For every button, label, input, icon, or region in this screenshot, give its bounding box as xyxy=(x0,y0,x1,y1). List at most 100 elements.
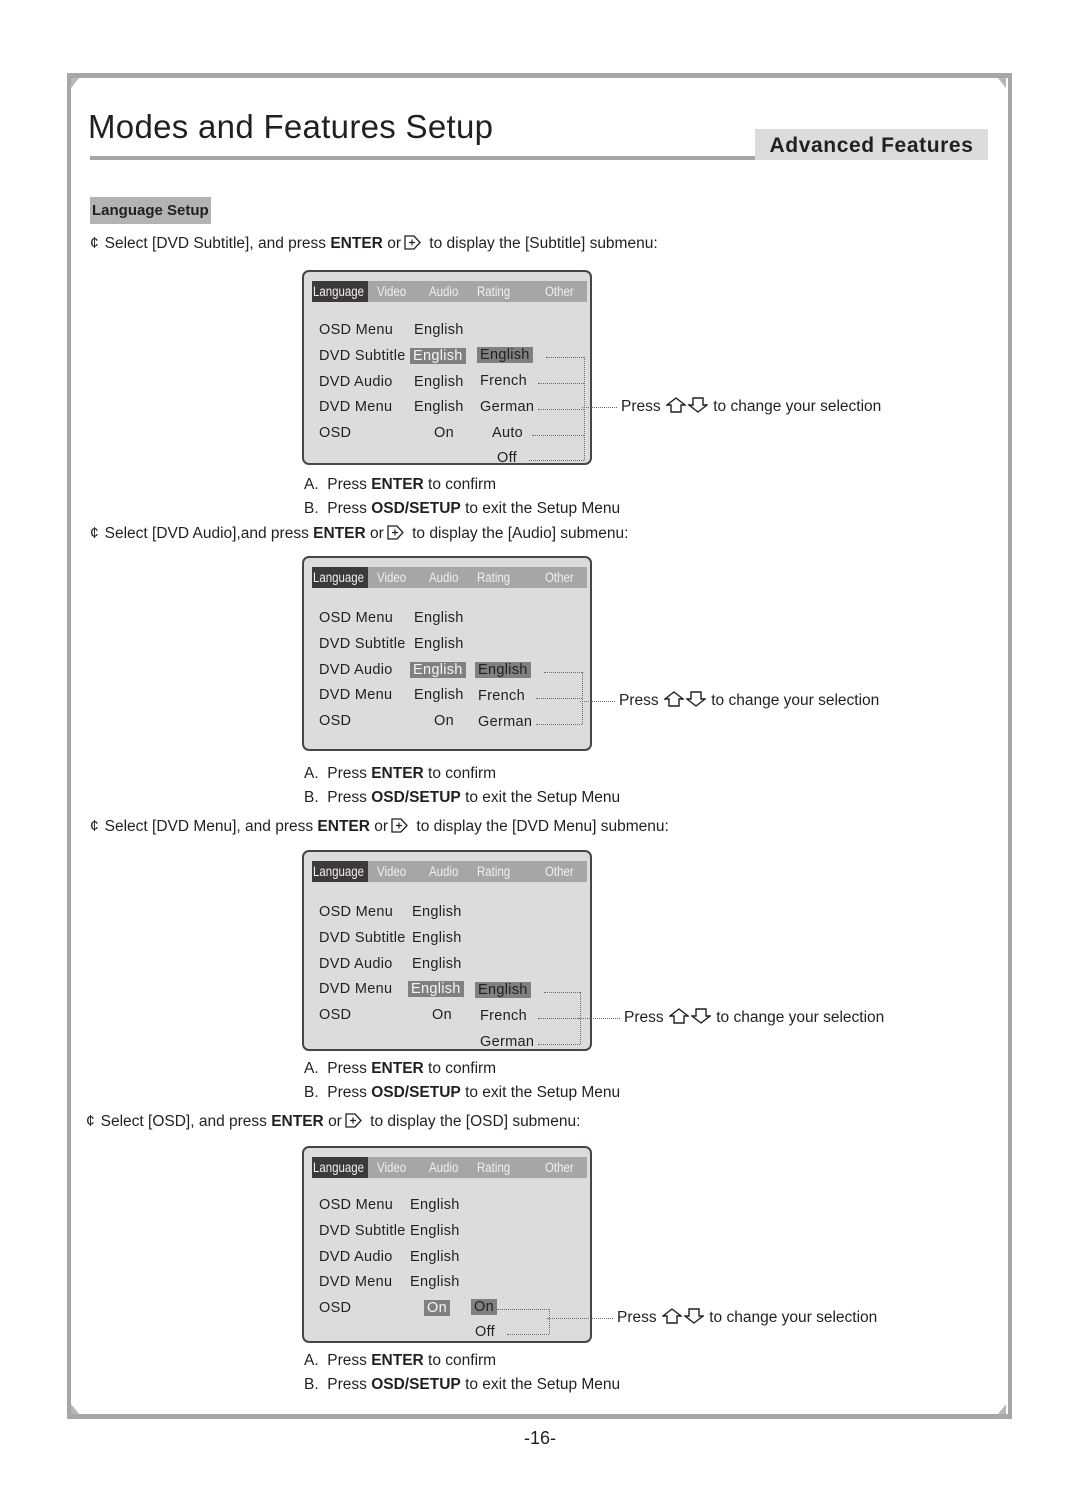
current-value[interactable]: English xyxy=(412,904,462,920)
osd-tab-language[interactable]: Language xyxy=(313,567,364,588)
submenu-option-selected[interactable]: English xyxy=(475,662,531,678)
osd-tab-language[interactable]: Language xyxy=(313,1157,364,1178)
hint-text: Press xyxy=(621,398,661,415)
osd-tab-rating[interactable]: Rating xyxy=(477,281,510,302)
osd-setup-key-label: OSD/SETUP xyxy=(371,1376,461,1393)
current-value[interactable]: English xyxy=(412,956,462,972)
enter-key-label: ENTER xyxy=(371,1352,424,1369)
current-value[interactable]: English xyxy=(410,1197,460,1213)
submenu-option[interactable]: Off xyxy=(497,450,517,466)
setting-label: OSD xyxy=(319,1300,352,1317)
connector-bracket xyxy=(582,672,583,724)
step-a-confirm: A. Press ENTER to confirm xyxy=(304,476,496,494)
hint-text: to change your selection xyxy=(716,1009,885,1026)
up-arrow-icon xyxy=(664,397,687,413)
setting-label: DVD Menu xyxy=(319,687,393,704)
instruction-text: to display the [Audio] submenu: xyxy=(407,525,629,542)
setting-label: DVD Menu xyxy=(319,399,393,416)
osd-tab-rating[interactable]: Rating xyxy=(477,567,510,588)
title-divider xyxy=(90,156,755,160)
current-value[interactable]: English xyxy=(410,1249,460,1265)
submenu-option[interactable]: French xyxy=(480,373,527,389)
selection-hint: Press to change your selection xyxy=(619,691,879,710)
submenu-option[interactable]: German xyxy=(480,399,534,415)
current-value[interactable]: English xyxy=(412,930,462,946)
submenu-option[interactable]: French xyxy=(480,1008,527,1024)
down-arrow-icon xyxy=(689,1008,712,1024)
osd-tab-rating[interactable]: Rating xyxy=(477,1157,510,1178)
submenu-option-selected[interactable]: English xyxy=(477,347,533,363)
osd-tab-other[interactable]: Other xyxy=(545,567,574,588)
submenu-option[interactable]: German xyxy=(478,714,532,730)
osd-tab-other[interactable]: Other xyxy=(545,861,574,882)
osd-tab-video[interactable]: Video xyxy=(377,1157,406,1178)
current-value-highlighted[interactable]: On xyxy=(424,1300,450,1317)
section-badge: Advanced Features xyxy=(755,129,988,160)
step-text: to exit the Setup Menu xyxy=(460,1084,621,1101)
osd-tab-audio[interactable]: Audio xyxy=(429,861,458,882)
step-a-confirm: A. Press ENTER to confirm xyxy=(304,1060,496,1078)
enter-right-arrow-icon xyxy=(391,818,409,833)
current-value[interactable]: English xyxy=(414,610,464,626)
current-value[interactable]: English xyxy=(410,1274,460,1290)
current-value[interactable]: On xyxy=(432,1007,452,1023)
current-value[interactable]: On xyxy=(434,425,454,441)
setting-label: OSD xyxy=(319,425,352,442)
setting-label: OSD Menu xyxy=(319,904,394,920)
step-text: to confirm xyxy=(423,765,497,782)
instruction-text: Select [DVD Subtitle], and press xyxy=(104,235,331,252)
step-text: A. Press xyxy=(304,476,372,493)
or-text: or xyxy=(370,525,384,542)
enter-key-label: ENTER xyxy=(313,525,366,542)
submenu-option[interactable]: French xyxy=(478,688,525,704)
page-frame-bottom xyxy=(68,1414,1012,1419)
osd-tab-audio[interactable]: Audio xyxy=(429,1157,458,1178)
submenu-option-selected[interactable]: On xyxy=(471,1299,497,1315)
step-text: A. Press xyxy=(304,1352,372,1369)
submenu-option-selected[interactable]: English xyxy=(475,982,531,998)
bullet-icon: ¢ xyxy=(90,525,99,542)
submenu-option[interactable]: German xyxy=(480,1034,534,1050)
current-value-highlighted[interactable]: English xyxy=(408,981,464,998)
current-value[interactable]: On xyxy=(434,713,454,729)
osd-tab-language[interactable]: Language xyxy=(313,281,364,302)
osd-tab-audio[interactable]: Audio xyxy=(429,281,458,302)
corner-mark-icon xyxy=(998,78,1006,88)
current-value[interactable]: English xyxy=(410,1223,460,1239)
down-arrow-icon xyxy=(684,691,707,707)
connector-line xyxy=(544,672,582,673)
osd-tab-other[interactable]: Other xyxy=(545,281,574,302)
osd-tab-rating[interactable]: Rating xyxy=(477,861,510,882)
setting-label: DVD Menu xyxy=(319,981,393,998)
submenu-option[interactable]: Off xyxy=(475,1324,495,1340)
osd-menu-screen: Language Video Audio Rating Other OSD Menu Eng… xyxy=(302,850,592,1051)
osd-tab-other[interactable]: Other xyxy=(545,1157,574,1178)
instruction-line: ¢ Select [OSD], and press ENTER or to dis… xyxy=(86,1113,580,1131)
osd-tab-video[interactable]: Video xyxy=(377,567,406,588)
osd-tab-language[interactable]: Language xyxy=(313,861,364,882)
step-b-exit: B. Press OSD/SETUP to exit the Setup Men… xyxy=(304,789,620,807)
osd-tab-audio[interactable]: Audio xyxy=(429,567,458,588)
osd-tab-video[interactable]: Video xyxy=(377,281,406,302)
connector-line xyxy=(537,1044,580,1045)
current-value[interactable]: English xyxy=(414,399,464,415)
osd-menu-screen: Language Video Audio Rating Other OSD Menu Eng… xyxy=(302,1146,592,1343)
setting-label: DVD Subtitle xyxy=(319,635,406,652)
connector-line xyxy=(537,1018,580,1019)
current-value-highlighted[interactable]: English xyxy=(410,661,466,678)
current-value[interactable]: English xyxy=(414,374,464,390)
current-value[interactable]: English xyxy=(414,636,464,652)
osd-tab-bar: Language Video Audio Rating Other xyxy=(312,281,587,302)
setting-label: DVD Menu xyxy=(319,1274,393,1291)
current-value[interactable]: English xyxy=(414,687,464,703)
selection-hint: Press to change your selection xyxy=(617,1308,877,1327)
bullet-icon: ¢ xyxy=(90,818,99,835)
submenu-option[interactable]: Auto xyxy=(492,425,523,441)
enter-key-label: ENTER xyxy=(371,765,424,782)
setting-label: OSD Menu xyxy=(319,322,394,338)
setting-label: OSD xyxy=(319,1007,352,1024)
current-value-highlighted[interactable]: English xyxy=(410,347,466,364)
osd-tab-video[interactable]: Video xyxy=(377,861,406,882)
current-value[interactable]: English xyxy=(414,322,464,338)
step-text: B. Press xyxy=(304,500,372,517)
